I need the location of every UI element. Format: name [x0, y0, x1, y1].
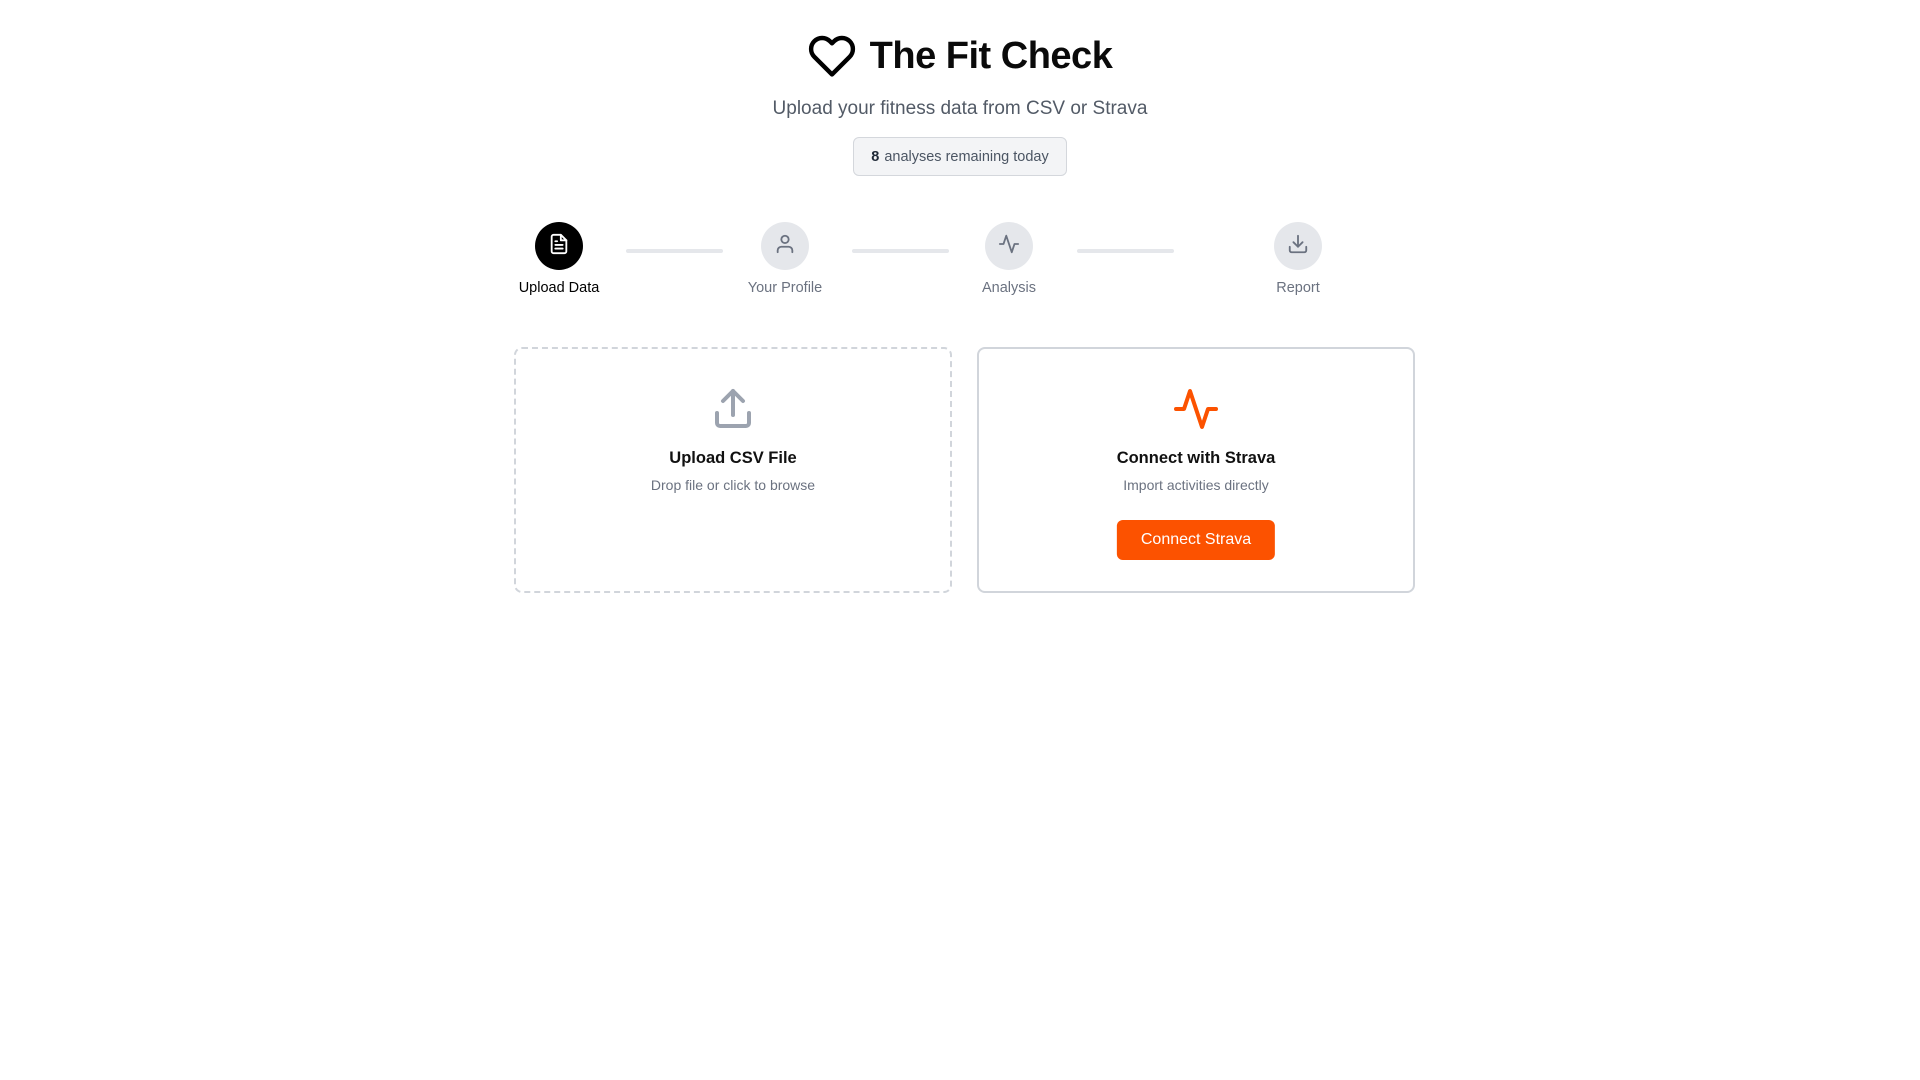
download-icon — [1287, 233, 1309, 260]
quota-count: 8 — [871, 148, 880, 165]
upload-card-subtitle: Drop file or click to browse — [650, 477, 816, 493]
quota-badge: 8 analyses remaining today — [853, 137, 1067, 176]
app-title: The Fit Check — [869, 34, 1113, 77]
upload-icon — [709, 385, 757, 438]
step-label: Your Profile — [747, 280, 823, 296]
strava-connect-card: Connect with Strava Import activities di… — [977, 347, 1415, 593]
activity-icon — [998, 233, 1020, 260]
strava-card-subtitle: Import activities directly — [1123, 477, 1269, 493]
step-connector — [852, 249, 949, 253]
step-label: Analysis — [982, 280, 1036, 296]
upload-card-title: Upload CSV File — [669, 449, 797, 467]
csv-upload-dropzone[interactable]: Upload CSV File Drop file or click to br… — [514, 347, 952, 593]
step-connector — [1077, 249, 1174, 253]
step-your-profile: Your Profile — [725, 222, 845, 296]
heart-icon — [808, 32, 856, 80]
step-circle — [761, 222, 809, 270]
title-row: The Fit Check — [0, 32, 1920, 80]
progress-stepper: Upload Data Your Profile Analysis Report — [0, 222, 1920, 302]
step-analysis: Analysis — [949, 222, 1069, 296]
step-label: Upload Data — [518, 280, 600, 296]
user-icon — [774, 233, 796, 260]
step-circle — [985, 222, 1033, 270]
quota-text: analyses remaining today — [884, 148, 1049, 165]
strava-card-title: Connect with Strava — [1116, 449, 1276, 467]
step-circle — [1274, 222, 1322, 270]
step-report: Report — [1238, 222, 1358, 296]
data-source-cards: Upload CSV File Drop file or click to br… — [0, 347, 1920, 593]
step-circle — [535, 222, 583, 270]
connect-strava-button[interactable]: Connect Strava — [1116, 520, 1276, 560]
activity-icon — [1172, 385, 1220, 438]
step-label: Report — [1276, 280, 1320, 296]
step-upload-data: Upload Data — [499, 222, 619, 296]
step-connector — [626, 249, 723, 253]
file-text-icon — [548, 233, 570, 260]
app-subtitle: Upload your fitness data from CSV or Str… — [772, 98, 1148, 119]
